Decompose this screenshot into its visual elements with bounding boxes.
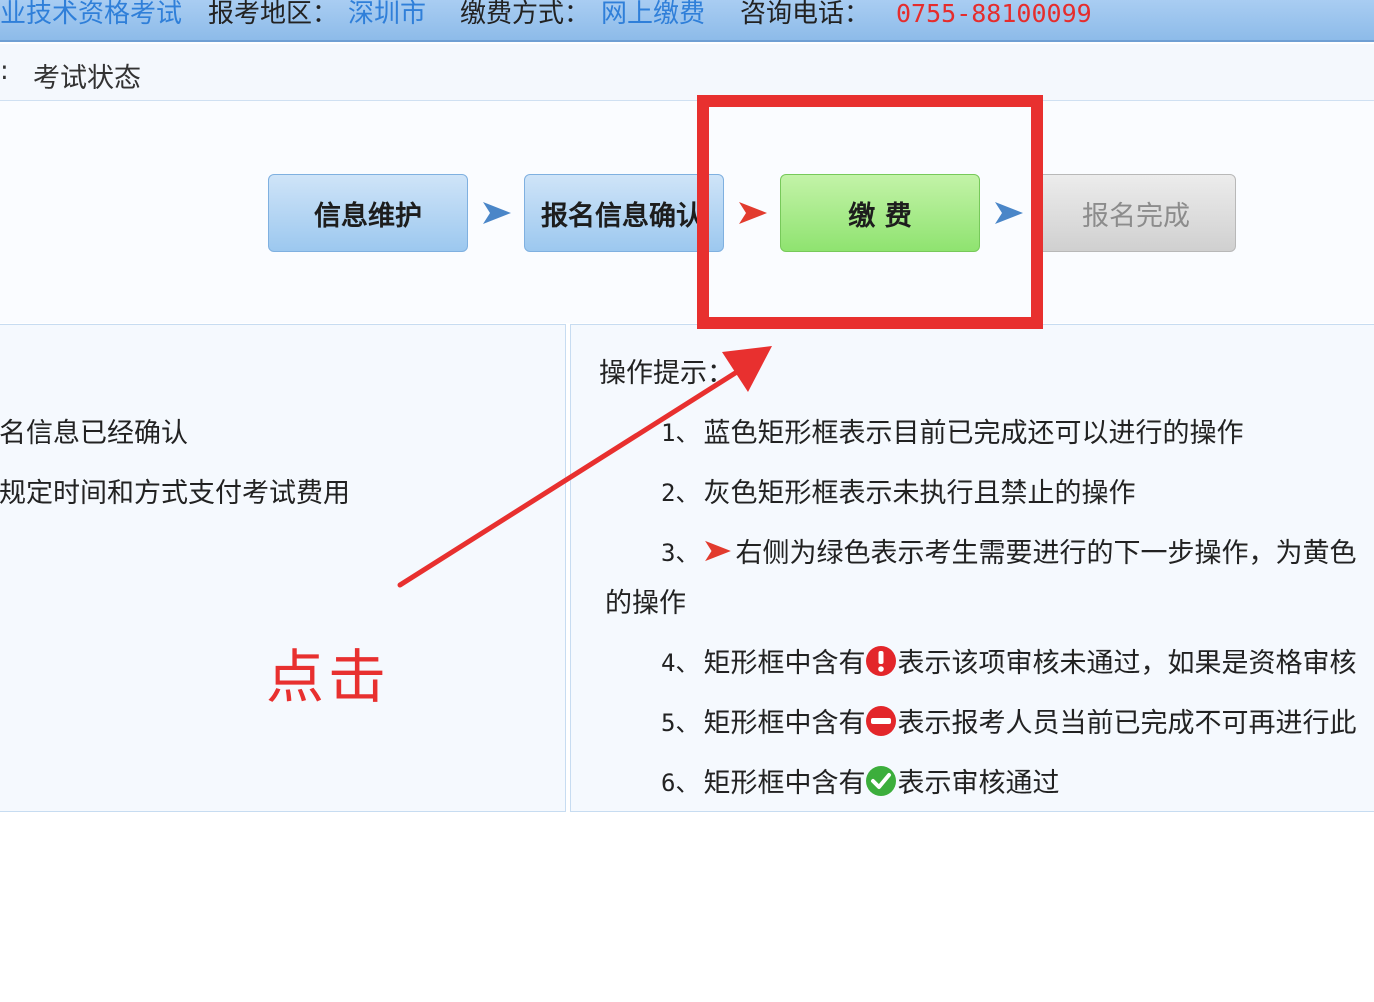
exam-info-bar: 业技术资格考试 报考地区： 深圳市 缴费方式： 网上缴费 咨询电话： 0755-… (0, 0, 1374, 42)
tip-number: 5、 (661, 709, 700, 737)
phone-label: 咨询电话： (740, 0, 871, 29)
tip-text: 表示报考人员当前已完成不可再进行此 (897, 708, 1357, 739)
tip-prefix: 矩形框中含有 (703, 648, 866, 679)
tip-number: 6、 (661, 769, 700, 797)
status-line-confirmed: 名信息已经确认 (0, 418, 188, 449)
tip-text: 蓝色矩形框表示目前已完成还可以进行的操作 (703, 418, 1244, 449)
step-label: 报名信息确认 (541, 200, 703, 232)
click-annotation: 点击 (266, 643, 391, 711)
tip-item: 2、 灰色矩形框表示未执行且禁止的操作 (661, 471, 1135, 510)
status-colon: : (0, 56, 9, 86)
tips-panel: 操作提示： 1、 蓝色矩形框表示目前已完成还可以进行的操作 2、 灰色矩形框表示… (570, 324, 1374, 812)
tip-item: 1、 蓝色矩形框表示目前已完成还可以进行的操作 (661, 411, 1243, 450)
tip-number: 2、 (661, 479, 700, 507)
highlight-box (697, 95, 1043, 329)
step-arrow-icon (483, 202, 511, 224)
tips-heading: 操作提示： (599, 358, 734, 389)
phone-value: 0755-88100099 (896, 0, 1092, 28)
tip-number: 3、 (661, 539, 700, 567)
tip-item: 3、 右侧为绿色表示考生需要进行的下一步操作，为黄色 (661, 531, 1356, 570)
tip-text: 表示审核通过 (897, 768, 1060, 799)
payment-value: 网上缴费 (601, 0, 706, 29)
tip-item: 4、 矩形框中含有 表示该项审核未通过，如果是资格审核 (661, 641, 1356, 680)
step-registration-complete: 报名完成 (1036, 174, 1236, 252)
step-info-maintenance[interactable]: 信息维护 (268, 174, 468, 252)
exam-status-row: : 考试状态 (0, 44, 1374, 101)
exclamation-icon (866, 645, 897, 676)
tip-prefix: 矩形框中含有 (703, 768, 866, 799)
status-line-payment: 规定时间和方式支付考试费用 (0, 478, 350, 509)
exam-status-title: 考试状态 (33, 63, 141, 94)
tip-item: 6、 矩形框中含有 表示审核通过 (661, 761, 1059, 800)
red-arrow-icon (705, 540, 732, 561)
tip-continuation: 的操作 (605, 588, 686, 619)
step-label: 信息维护 (314, 200, 422, 232)
tip-text: 表示该项审核未通过，如果是资格审核 (897, 648, 1357, 679)
tip-text: 右侧为绿色表示考生需要进行的下一步操作，为黄色 (735, 538, 1357, 569)
tip-number: 4、 (661, 649, 700, 677)
region-value: 深圳市 (348, 0, 427, 29)
tip-prefix: 矩形框中含有 (703, 708, 866, 739)
minus-icon (866, 705, 897, 736)
tip-number: 1、 (661, 419, 700, 447)
step-registration-confirm[interactable]: 报名信息确认 (524, 174, 724, 252)
check-icon (866, 765, 897, 796)
step-label: 报名完成 (1082, 200, 1190, 232)
tip-item: 5、 矩形框中含有 表示报考人员当前已完成不可再进行此 (661, 701, 1356, 740)
payment-label: 缴费方式： (460, 0, 591, 29)
status-panel: 名信息已经确认 规定时间和方式支付考试费用 (0, 324, 566, 812)
exam-name: 业技术资格考试 (0, 0, 183, 29)
tip-text: 灰色矩形框表示未执行且禁止的操作 (703, 478, 1136, 509)
region-label: 报考地区： (208, 0, 339, 29)
